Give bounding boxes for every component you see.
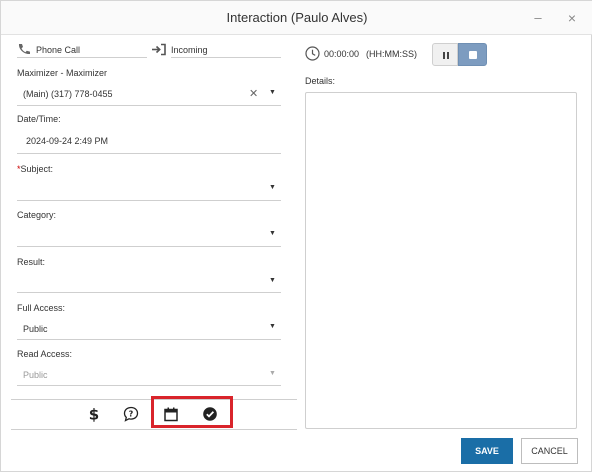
svg-text:$: $	[89, 406, 99, 422]
subject-underline	[17, 200, 281, 201]
direction-value[interactable]: Incoming	[171, 45, 208, 55]
stop-icon	[469, 51, 477, 59]
read-access-select[interactable]: Public	[23, 370, 48, 380]
datetime-field[interactable]: 2024-09-24 2:49 PM	[26, 136, 108, 146]
clock-icon	[305, 46, 320, 61]
contact-phone-select[interactable]: (Main) (317) 778-0455	[23, 89, 113, 99]
pause-icon	[443, 52, 445, 59]
details-label: Details:	[305, 76, 336, 86]
call-type-value[interactable]: Phone Call	[36, 45, 80, 55]
timer-format: (HH:MM:SS)	[366, 49, 417, 59]
full-access-label: Full Access:	[17, 303, 66, 313]
read-access-underline	[17, 385, 281, 386]
full-access-dropdown-arrow-icon[interactable]: ▼	[269, 323, 276, 330]
category-dropdown-arrow-icon[interactable]: ▼	[269, 230, 276, 237]
interaction-dialog: Interaction (Paulo Alves) – × Phone Call…	[0, 0, 592, 472]
incoming-icon	[152, 43, 166, 56]
pause-button[interactable]	[432, 43, 458, 66]
contact-underline	[17, 105, 281, 106]
full-access-select[interactable]: Public	[23, 324, 48, 334]
timer-value: 00:00:00	[324, 49, 360, 59]
contact-dropdown-arrow-icon[interactable]: ▼	[269, 89, 276, 96]
stop-button[interactable]	[458, 43, 487, 66]
pause-icon-bar	[447, 52, 449, 59]
read-access-label: Read Access:	[17, 349, 73, 359]
result-underline	[17, 292, 281, 293]
toolbar-divider-bottom	[11, 429, 297, 430]
direction-underline	[171, 57, 281, 58]
dollar-icon[interactable]: $	[86, 406, 102, 422]
close-button[interactable]: ×	[563, 9, 581, 27]
subject-label-text: Subject:	[20, 164, 54, 174]
result-label: Result:	[17, 257, 46, 267]
read-access-dropdown-arrow-icon[interactable]: ▼	[269, 370, 276, 377]
question-bubble-icon[interactable]: ?	[123, 406, 139, 422]
contact-label: Maximizer - Maximizer	[17, 68, 107, 78]
dialog-title: Interaction (Paulo Alves)	[226, 10, 368, 25]
details-textarea[interactable]	[305, 92, 577, 429]
title-bar: Interaction (Paulo Alves) – ×	[1, 1, 592, 35]
datetime-underline	[17, 153, 281, 154]
highlight-annotation-box	[151, 396, 233, 428]
clear-contact-icon[interactable]: ✕	[249, 87, 258, 100]
phone-icon	[18, 44, 30, 55]
full-access-underline	[17, 339, 281, 340]
result-dropdown-arrow-icon[interactable]: ▼	[269, 277, 276, 284]
cancel-button[interactable]: CANCEL	[521, 438, 578, 464]
category-underline	[17, 246, 281, 247]
save-button[interactable]: SAVE	[461, 438, 513, 464]
minimize-button[interactable]: –	[529, 9, 547, 27]
subject-dropdown-arrow-icon[interactable]: ▼	[269, 184, 276, 191]
svg-text:?: ?	[129, 410, 134, 419]
category-label: Category:	[17, 210, 57, 220]
subject-label: *Subject:	[17, 164, 53, 174]
call-type-underline	[17, 57, 147, 58]
datetime-label: Date/Time:	[17, 114, 61, 124]
